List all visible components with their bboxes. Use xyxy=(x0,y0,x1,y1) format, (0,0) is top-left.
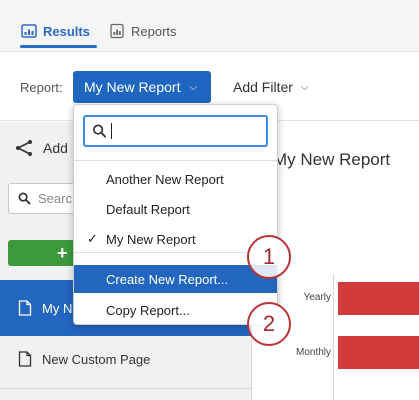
dropdown-search-input[interactable] xyxy=(116,123,266,139)
results-tab-bar: Results Reports xyxy=(0,0,419,52)
dropdown-item-another-new-report[interactable]: Another New Report xyxy=(74,165,277,193)
sidebar-item-label: New Custom Page xyxy=(42,351,151,367)
text-cursor xyxy=(111,123,112,139)
page-title: My New Report xyxy=(273,150,391,169)
checkmark-icon: ✓ xyxy=(87,231,98,246)
tab-results-label: Results xyxy=(43,23,90,39)
chart-label-monthly: Monthly xyxy=(295,347,331,358)
dropdown-item-default-report[interactable]: Default Report xyxy=(74,195,277,223)
results-icon xyxy=(21,24,37,38)
sidebar-search-placeholder: Searc xyxy=(38,191,72,206)
chart-bar-yearly xyxy=(338,282,419,315)
tab-results[interactable]: Results xyxy=(21,21,90,41)
add-label: Add xyxy=(43,140,68,156)
tab-reports-label: Reports xyxy=(131,23,177,39)
share-icon xyxy=(16,140,32,156)
tab-reports[interactable]: Reports xyxy=(109,21,177,41)
dropdown-divider xyxy=(74,160,277,161)
dropdown-item-label: Another New Report xyxy=(106,171,224,187)
reports-icon xyxy=(110,23,124,39)
create-new-report-item[interactable]: Create New Report... xyxy=(74,265,277,293)
active-tab-indicator xyxy=(20,45,97,48)
chart-axis xyxy=(333,274,334,400)
sidebar-item-new-custom-page[interactable]: New Custom Page xyxy=(0,342,252,376)
add-filter-label: Add Filter xyxy=(233,79,293,95)
report-dropdown-menu: Another New Report Default Report ✓ My N… xyxy=(73,104,278,325)
search-icon xyxy=(93,124,107,138)
report-label: Report: xyxy=(20,80,63,95)
callout-1: 1 xyxy=(247,235,291,279)
dropdown-search-field[interactable] xyxy=(83,115,268,147)
chevron-down-icon: ⌵ xyxy=(300,81,309,93)
page-icon xyxy=(18,300,32,316)
report-select-value: My New Report xyxy=(84,79,181,95)
add-page-button[interactable]: Add xyxy=(15,139,68,157)
chart-bar-monthly xyxy=(338,336,419,369)
page-icon xyxy=(18,351,32,367)
sidebar-item-label: My N xyxy=(42,300,73,316)
chevron-down-icon: ⌵ xyxy=(189,81,198,93)
callout-2: 2 xyxy=(247,302,291,346)
dropdown-item-label: Copy Report... xyxy=(106,302,190,318)
add-filter-button[interactable]: Add Filter ⌵ xyxy=(233,79,309,95)
report-select-button[interactable]: My New Report ⌵ xyxy=(73,71,211,103)
search-icon xyxy=(18,192,31,205)
sidebar-divider xyxy=(0,388,252,389)
dropdown-item-label: Create New Report... xyxy=(106,271,229,287)
dropdown-item-label: My New Report xyxy=(106,231,196,247)
dropdown-item-my-new-report[interactable]: ✓ My New Report xyxy=(74,225,277,253)
dropdown-item-label: Default Report xyxy=(106,201,190,217)
